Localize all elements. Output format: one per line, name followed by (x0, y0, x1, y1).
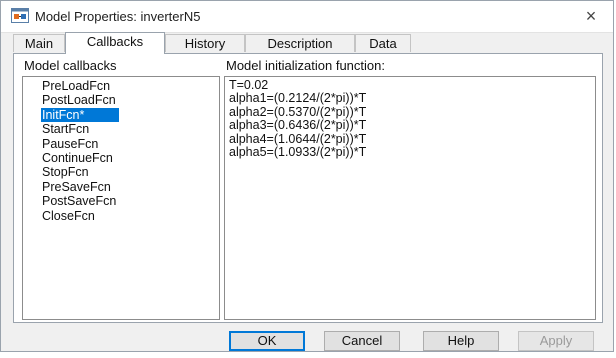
simulink-model-icon (11, 8, 29, 23)
callbacks-tab-panel: Model callbacks PreLoadFcn PostLoadFcn I… (13, 53, 603, 323)
tab-history[interactable]: History (165, 34, 245, 52)
title-bar: Model Properties: inverterN5 × (1, 1, 613, 33)
code-line: T=0.02 (229, 78, 269, 92)
callback-item-postloadfcn[interactable]: PostLoadFcn (23, 93, 219, 107)
init-function-header: Model initialization function: (226, 58, 385, 73)
code-line: alpha2=(0.5370/(2*pi))*T (229, 104, 367, 119)
callback-item-continuefcn[interactable]: ContinueFcn (23, 151, 219, 165)
callbacks-list-header: Model callbacks (24, 58, 117, 73)
callback-item-preloadfcn[interactable]: PreLoadFcn (23, 79, 219, 93)
callbacks-list[interactable]: PreLoadFcn PostLoadFcn InitFcn* StartFcn… (22, 76, 220, 320)
callback-item-pausefcn[interactable]: PauseFcn (23, 137, 219, 151)
close-icon[interactable]: × (581, 6, 601, 26)
tab-strip: Main Callbacks History Description Data (13, 32, 603, 54)
tab-data[interactable]: Data (355, 34, 411, 52)
code-line: alpha1=(0.2124/(2*pi))*T (229, 91, 367, 106)
code-line: alpha4=(1.0644/(2*pi))*T (229, 131, 367, 146)
code-line: alpha5=(1.0933/(2*pi))*T (229, 145, 367, 160)
apply-button[interactable]: Apply (518, 331, 594, 351)
window-title: Model Properties: inverterN5 (35, 9, 201, 24)
cancel-button[interactable]: Cancel (324, 331, 400, 351)
model-properties-dialog: Model Properties: inverterN5 × Main Call… (0, 0, 614, 352)
init-function-pane: Model initialization function: T=0.02 al… (224, 58, 598, 320)
ok-button[interactable]: OK (229, 331, 305, 351)
callback-item-initfcn[interactable]: InitFcn* (41, 107, 119, 123)
tab-main[interactable]: Main (13, 34, 65, 52)
help-button[interactable]: Help (423, 331, 499, 351)
callbacks-pane: Model callbacks PreLoadFcn PostLoadFcn I… (22, 58, 222, 320)
callback-item-startfcn[interactable]: StartFcn (23, 122, 219, 136)
tab-description[interactable]: Description (245, 34, 355, 52)
callback-item-postsavefcn[interactable]: PostSaveFcn (23, 194, 219, 208)
callback-item-closefcn[interactable]: CloseFcn (23, 209, 219, 223)
callback-item-presavefcn[interactable]: PreSaveFcn (23, 180, 219, 194)
code-line: alpha3=(0.6436/(2*pi))*T (229, 118, 367, 133)
init-function-editor[interactable]: T=0.02 alpha1=(0.2124/(2*pi))*T alpha2=(… (224, 76, 596, 320)
tab-callbacks[interactable]: Callbacks (65, 32, 165, 54)
callback-item-stopfcn[interactable]: StopFcn (23, 165, 219, 179)
